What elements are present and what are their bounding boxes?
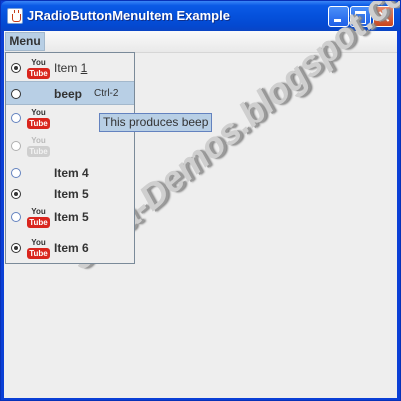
- menu-item-label: Item 5: [54, 187, 89, 201]
- youtube-icon: You Tube: [27, 57, 50, 79]
- youtube-icon: You Tube: [27, 237, 50, 259]
- radio-unchecked-icon: [11, 89, 21, 99]
- menu-item-beep[interactable]: beep Ctrl-2: [6, 81, 134, 105]
- radio-unchecked-icon: [11, 113, 21, 123]
- menu-item-5-icon[interactable]: You Tube Item 5: [6, 205, 134, 229]
- radio-unchecked-icon: [11, 212, 21, 222]
- menu-item-1[interactable]: You Tube Item 1: [6, 56, 134, 80]
- content-pane: Menu Java-Demos.blogspot.com You Tube It…: [4, 1, 400, 398]
- menu-item-label: Item 5: [54, 210, 89, 224]
- mnemonic-char: 1: [80, 61, 88, 75]
- youtube-icon: You Tube: [27, 107, 50, 129]
- menu-item-disabled: You Tube: [6, 134, 134, 158]
- menu-item-label: Item 6: [54, 241, 89, 255]
- menu-item-5[interactable]: Item 5: [6, 182, 134, 206]
- youtube-disabled-icon: You Tube: [27, 135, 50, 157]
- youtube-icon: You Tube: [27, 206, 50, 228]
- menu-item-label: Item 4: [54, 166, 89, 180]
- accelerator-label: Ctrl-2: [94, 88, 119, 99]
- radio-checked-icon: [11, 63, 21, 73]
- menu-button[interactable]: Menu: [5, 32, 45, 51]
- radio-disabled-icon: [11, 141, 21, 151]
- radio-unchecked-icon: [11, 168, 21, 178]
- radio-checked-icon: [11, 243, 21, 253]
- java-cup-icon: [7, 8, 23, 24]
- menu-popup: You Tube Item 1 beep Ctrl-2 You Tube You…: [5, 52, 135, 264]
- tooltip: This produces beep: [99, 113, 213, 132]
- menu-item-label: beep: [54, 87, 83, 101]
- menu-item-6[interactable]: You Tube Item 6: [6, 236, 134, 260]
- app-window: JRadioButtonMenuItem Example Menu Java-D…: [0, 0, 401, 401]
- window-title: JRadioButtonMenuItem Example: [27, 8, 230, 23]
- radio-checked-icon: [11, 189, 21, 199]
- menu-item-label: Item 1: [54, 61, 88, 75]
